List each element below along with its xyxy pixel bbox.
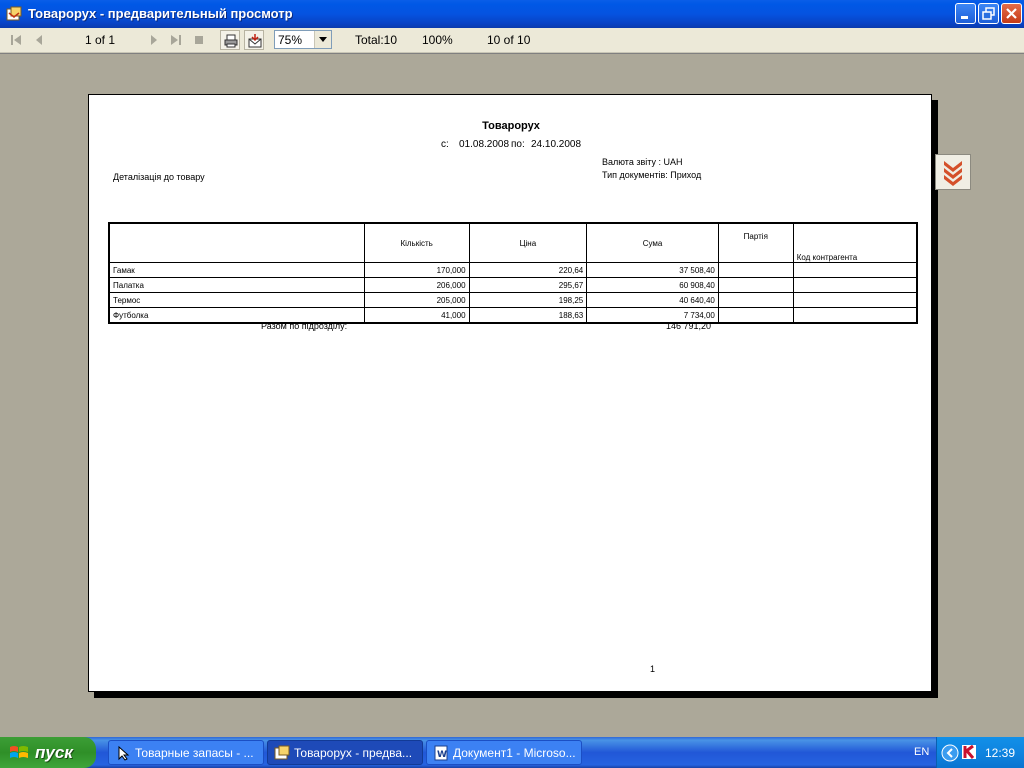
task-button-preview[interactable]: Товароруx - предва... <box>267 740 423 765</box>
row-contractor <box>792 277 918 293</box>
table-row: Футболка 41,000 188,63 7 734,00 <box>108 307 918 324</box>
row-price: 295,67 <box>468 277 588 293</box>
row-contractor <box>792 262 918 278</box>
minimize-icon <box>961 16 968 19</box>
row-batch <box>717 262 794 278</box>
scroll-down-button[interactable] <box>935 154 971 190</box>
windows-logo-icon <box>10 746 28 758</box>
stop-icon <box>195 36 203 44</box>
doc-type-label: Тип документів: Приход <box>602 170 702 180</box>
table-header-row: Кількість Ціна Сума Партія Код контраген… <box>108 222 918 263</box>
first-page-icon <box>11 35 21 45</box>
row-name: Палатка <box>108 277 365 293</box>
export-envelope-icon <box>248 34 262 48</box>
last-page-icon <box>171 35 181 45</box>
percent-label: 100% <box>422 33 453 47</box>
row-qty: 170,000 <box>363 262 470 278</box>
report-table: Кількість Ціна Сума Партія Код контраген… <box>108 222 918 324</box>
to-date: 24.10.2008 <box>531 139 582 150</box>
app-icon <box>274 745 290 760</box>
row-sum: 60 908,40 <box>586 277 719 293</box>
table-row: Палатка 206,000 295,67 60 908,40 <box>108 277 918 293</box>
word-document-icon: W <box>434 745 448 761</box>
row-name: Термос <box>108 292 365 308</box>
column-header: Ціна <box>468 222 588 263</box>
taskbar: пуск Товарные запасы - ... Товароруx - п… <box>0 737 1024 768</box>
zoom-dropdown-arrow[interactable] <box>314 31 331 48</box>
title-bar: Товароруx - предварительный просмотр <box>0 0 1024 28</box>
row-qty: 206,000 <box>363 277 470 293</box>
record-count: 10 of 10 <box>487 33 531 47</box>
row-name: Гамак <box>108 262 365 278</box>
row-batch <box>717 307 794 324</box>
prev-page-icon <box>36 35 42 45</box>
task-button-word[interactable]: W Документ1 - Microso... <box>426 740 582 765</box>
start-label: пуск <box>35 743 73 762</box>
row-price: 198,25 <box>468 292 588 308</box>
start-button[interactable]: пуск <box>0 737 96 768</box>
restore-icon <box>982 7 995 20</box>
task-button-stock[interactable]: Товарные запасы - ... <box>108 740 264 765</box>
column-header <box>108 222 365 263</box>
table-row: Гамак 170,000 220,64 37 508,40 <box>108 262 918 278</box>
detail-label: Деталізація до товару <box>113 172 205 182</box>
next-page-icon <box>151 35 157 45</box>
tray-expand-icon[interactable] <box>941 744 959 762</box>
page-indicator: 1 of 1 <box>85 33 116 47</box>
row-sum: 37 508,40 <box>586 262 719 278</box>
print-button[interactable] <box>220 30 240 50</box>
column-header: Сума <box>586 222 719 263</box>
report-page: Товароруx с: 01.08.2008 по: 24.10.2008 В… <box>88 94 932 692</box>
maximize-button[interactable] <box>978 3 999 24</box>
row-qty: 41,000 <box>363 307 470 324</box>
minimize-button[interactable] <box>955 3 976 24</box>
row-batch <box>717 277 794 293</box>
next-page-button[interactable] <box>144 30 164 50</box>
column-header: Партія <box>717 222 794 263</box>
app-icon <box>6 6 22 21</box>
row-qty: 205,000 <box>363 292 470 308</box>
row-contractor <box>792 307 918 324</box>
double-chevron-down-icon <box>944 161 962 186</box>
zoom-value: 75% <box>278 33 303 47</box>
report-title: Товароруx <box>482 120 540 132</box>
stop-button[interactable] <box>189 30 209 50</box>
row-sum: 40 640,40 <box>586 292 719 308</box>
svg-text:W: W <box>437 750 447 760</box>
zoom-select[interactable]: 75% <box>274 30 332 49</box>
printer-icon <box>224 34 238 48</box>
clock: 12:39 <box>985 746 1016 760</box>
prev-page-button[interactable] <box>29 30 49 50</box>
first-page-button[interactable] <box>6 30 26 50</box>
row-batch <box>717 292 794 308</box>
export-button[interactable] <box>244 30 264 50</box>
last-page-button[interactable] <box>166 30 186 50</box>
chevron-down-icon <box>319 37 327 42</box>
language-indicator[interactable]: EN <box>914 746 929 758</box>
pointer-icon <box>118 745 130 761</box>
page-number: 1 <box>650 664 656 674</box>
column-header: Кількість <box>363 222 470 263</box>
currency-label: Валюта звіту : UAH <box>602 157 683 167</box>
total-label: Total:10 <box>355 33 398 47</box>
window-title: Товароруx - предварительный просмотр <box>28 6 293 21</box>
table-row: Термос 205,000 198,25 40 640,40 <box>108 292 918 308</box>
task-label: Документ1 - Microso... <box>453 746 576 760</box>
system-tray: 12:39 <box>936 737 1024 768</box>
total-row-value: 146 791,20 <box>666 321 712 331</box>
row-price: 220,64 <box>468 262 588 278</box>
column-header: Код контрагента <box>792 222 918 263</box>
close-button[interactable] <box>1001 3 1022 24</box>
from-label: с: <box>441 139 449 150</box>
total-row-label: Разом по підрозділу: <box>261 321 348 331</box>
task-label: Товароруx - предва... <box>294 746 413 760</box>
from-date: 01.08.2008 <box>459 139 510 150</box>
antivirus-icon[interactable] <box>961 744 977 760</box>
row-price: 188,63 <box>468 307 588 324</box>
preview-toolbar: 1 of 1 75% Total:10 100% 10 of 10 <box>0 28 1024 53</box>
close-icon <box>1006 8 1017 19</box>
task-label: Товарные запасы - ... <box>135 746 254 760</box>
row-contractor <box>792 292 918 308</box>
to-label: по: <box>511 139 525 150</box>
